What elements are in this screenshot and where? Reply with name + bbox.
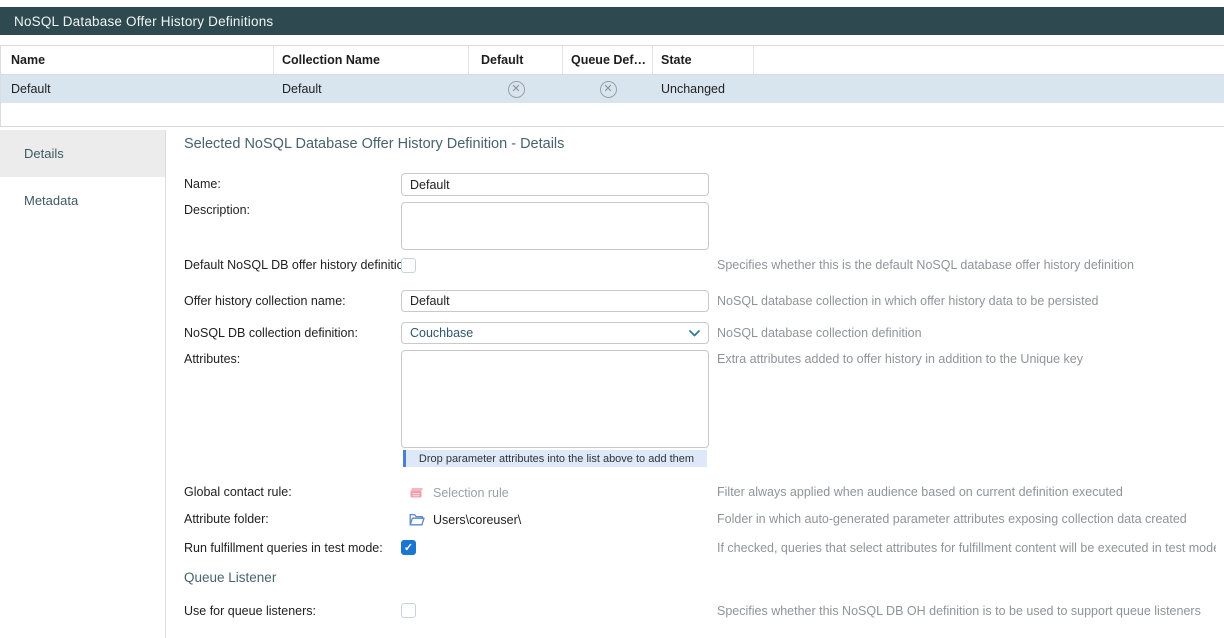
attributes-drop-hint: Drop parameter attributes into the list … xyxy=(419,453,694,465)
attributes-hint: Extra attributes added to offer history … xyxy=(717,352,1216,366)
attributes-listbox[interactable] xyxy=(401,350,709,448)
use-queue-listeners-label: Use for queue listeners: xyxy=(184,603,316,619)
details-section-title: Selected NoSQL Database Offer History De… xyxy=(184,136,564,152)
app-window: NoSQL Database Offer History Definitions… xyxy=(0,0,1224,638)
selection-rule-icon xyxy=(409,487,425,499)
queue-listener-section-title: Queue Listener xyxy=(184,570,276,585)
default-definition-checkbox[interactable] xyxy=(401,258,416,273)
default-definition-hint: Specifies whether this is the default No… xyxy=(717,258,1216,273)
attribute-folder-label: Attribute folder: xyxy=(184,511,269,528)
panel-titlebar: NoSQL Database Offer History Definitions xyxy=(0,7,1224,35)
column-header-name[interactable]: Name xyxy=(0,46,274,74)
column-header-queue-default[interactable]: Queue Defa… xyxy=(563,46,653,74)
global-contact-rule-hint: Filter always applied when audience base… xyxy=(717,484,1216,501)
panel-title: NoSQL Database Offer History Definitions xyxy=(14,14,273,29)
table-header-row: Name Collection Name Default Queue Defa…… xyxy=(0,45,1224,75)
global-contact-rule-value[interactable]: Selection rule xyxy=(409,484,509,501)
column-header-default[interactable]: Default xyxy=(469,46,563,74)
collection-name-input[interactable] xyxy=(401,290,709,312)
sidebar: Details Metadata xyxy=(0,130,165,638)
use-queue-listeners-hint: Specifies whether this NoSQL DB OH defin… xyxy=(717,603,1216,619)
table-empty-row xyxy=(0,103,1224,127)
attributes-drop-zone[interactable]: Drop parameter attributes into the list … xyxy=(403,450,707,467)
attribute-folder-text: Users\coreuser\ xyxy=(433,513,521,527)
table-row[interactable]: Default Default ✕ ✕ Unchanged xyxy=(0,75,1224,103)
collection-definition-hint: NoSQL database collection definition xyxy=(717,322,1216,344)
cell-queue-default: ✕ xyxy=(563,75,653,103)
cell-filler xyxy=(754,75,1224,103)
cell-collection-name: Default xyxy=(274,75,469,103)
run-fulfillment-checkbox[interactable] xyxy=(401,540,416,555)
definitions-table: Name Collection Name Default Queue Defa…… xyxy=(0,45,1224,127)
description-label: Description: xyxy=(184,202,250,218)
cell-name: Default xyxy=(0,75,274,103)
tab-details[interactable]: Details xyxy=(0,130,165,177)
collection-definition-select[interactable]: Couchbase xyxy=(401,322,709,344)
default-definition-label: Default NoSQL DB offer history definitio… xyxy=(184,258,414,273)
global-contact-rule-label: Global contact rule: xyxy=(184,484,292,501)
tab-metadata[interactable]: Metadata xyxy=(0,177,165,224)
collection-definition-label: NoSQL DB collection definition: xyxy=(184,322,358,344)
collection-name-hint: NoSQL database collection in which offer… xyxy=(717,290,1216,312)
collection-definition-value: Couchbase xyxy=(410,326,689,340)
use-queue-listeners-checkbox[interactable] xyxy=(401,603,416,618)
collection-name-label: Offer history collection name: xyxy=(184,290,346,312)
attribute-folder-value[interactable]: Users\coreuser\ xyxy=(409,511,521,528)
name-input[interactable] xyxy=(401,173,709,196)
details-panel: Selected NoSQL Database Offer History De… xyxy=(165,130,1224,638)
column-header-state[interactable]: State xyxy=(653,46,754,74)
run-fulfillment-hint: If checked, queries that select attribut… xyxy=(717,540,1216,556)
folder-icon xyxy=(409,513,425,526)
crossed-circle-icon: ✕ xyxy=(508,81,525,98)
attribute-folder-hint: Folder in which auto-generated parameter… xyxy=(717,511,1216,528)
cell-state: Unchanged xyxy=(653,75,754,103)
column-header-filler xyxy=(754,46,1224,74)
global-contact-rule-text: Selection rule xyxy=(433,486,509,500)
chevron-down-icon xyxy=(689,330,700,337)
crossed-circle-icon: ✕ xyxy=(600,81,617,98)
column-header-collection-name[interactable]: Collection Name xyxy=(274,46,469,74)
name-label: Name: xyxy=(184,173,221,196)
attributes-label: Attributes: xyxy=(184,352,240,366)
description-textarea[interactable] xyxy=(401,202,709,250)
cell-default: ✕ xyxy=(469,75,563,103)
run-fulfillment-label: Run fulfillment queries in test mode: xyxy=(184,540,383,556)
